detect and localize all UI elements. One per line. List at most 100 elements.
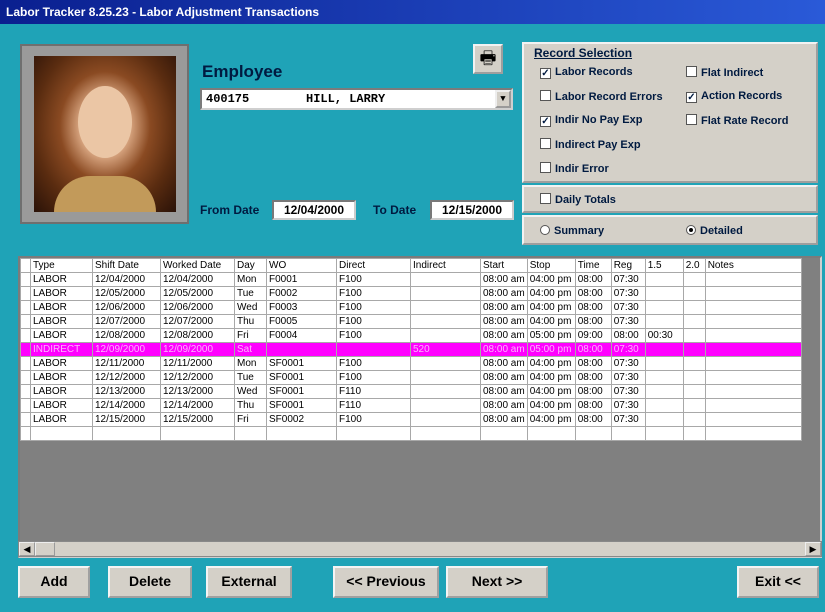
table-cell[interactable]: INDIRECT bbox=[30, 342, 93, 357]
exit-button[interactable]: Exit << bbox=[737, 566, 819, 598]
table-cell[interactable] bbox=[704, 412, 802, 427]
table-row[interactable]: LABOR 12/12/2000 12/12/2000 Tue SF0001 F100 08… bbox=[20, 370, 802, 385]
table-cell[interactable]: 07:30 bbox=[610, 398, 646, 413]
table-cell[interactable]: SF0001 bbox=[266, 398, 337, 413]
table-cell[interactable]: 08:00 bbox=[574, 342, 612, 357]
table-cell[interactable]: 12/14/2000 bbox=[92, 398, 161, 413]
table-cell[interactable]: 520 bbox=[410, 342, 481, 357]
table-cell[interactable] bbox=[336, 342, 411, 357]
table-cell[interactable]: 07:30 bbox=[610, 356, 646, 371]
table-cell[interactable] bbox=[704, 300, 802, 315]
table-cell[interactable]: 07:30 bbox=[610, 286, 646, 301]
table-cell[interactable]: F100 bbox=[336, 314, 411, 329]
table-cell[interactable] bbox=[526, 426, 576, 441]
table-cell[interactable] bbox=[644, 300, 684, 315]
table-cell[interactable]: 08:00 bbox=[574, 314, 612, 329]
table-cell[interactable]: 05:00 pm bbox=[526, 328, 576, 343]
table-cell[interactable]: LABOR bbox=[30, 272, 93, 287]
scroll-right-icon[interactable]: ▶ bbox=[805, 542, 821, 556]
table-cell[interactable]: 12/15/2000 bbox=[160, 412, 235, 427]
table-cell[interactable]: 08:00 bbox=[610, 328, 646, 343]
table-cell[interactable]: 12/06/2000 bbox=[92, 300, 161, 315]
table-cell[interactable] bbox=[266, 342, 337, 357]
column-header[interactable]: Indirect bbox=[410, 258, 481, 273]
table-cell[interactable]: F100 bbox=[336, 328, 411, 343]
table-cell[interactable] bbox=[682, 384, 706, 399]
table-cell[interactable]: 04:00 pm bbox=[526, 356, 576, 371]
table-cell[interactable] bbox=[704, 328, 802, 343]
row-selector[interactable] bbox=[20, 342, 31, 357]
checkbox-action-records[interactable]: ✓ Action Records bbox=[686, 90, 782, 103]
row-selector[interactable] bbox=[20, 370, 31, 385]
table-cell[interactable] bbox=[682, 342, 706, 357]
table-cell[interactable]: 12/09/2000 bbox=[160, 342, 235, 357]
table-cell[interactable] bbox=[704, 384, 802, 399]
row-selector[interactable] bbox=[20, 412, 31, 427]
table-cell[interactable] bbox=[410, 286, 481, 301]
table-cell[interactable]: 04:00 pm bbox=[526, 384, 576, 399]
table-cell[interactable]: 08:00 bbox=[574, 384, 612, 399]
table-cell[interactable]: 08:00 bbox=[574, 272, 612, 287]
table-cell[interactable]: 07:30 bbox=[610, 300, 646, 315]
table-cell[interactable] bbox=[704, 342, 802, 357]
table-cell[interactable] bbox=[682, 398, 706, 413]
table-cell[interactable]: LABOR bbox=[30, 328, 93, 343]
table-cell[interactable] bbox=[644, 272, 684, 287]
table-cell[interactable]: F100 bbox=[336, 412, 411, 427]
to-date-field[interactable]: 12/15/2000 bbox=[430, 200, 514, 220]
table-cell[interactable]: 12/13/2000 bbox=[160, 384, 235, 399]
column-header[interactable]: Time bbox=[574, 258, 612, 273]
table-cell[interactable]: Wed bbox=[234, 300, 267, 315]
checkbox-labor-records[interactable]: ✓ Labor Records bbox=[540, 66, 633, 79]
column-header[interactable]: Notes bbox=[704, 258, 802, 273]
table-cell[interactable] bbox=[682, 370, 706, 385]
table-cell[interactable]: F110 bbox=[336, 398, 411, 413]
table-cell[interactable] bbox=[410, 412, 481, 427]
table-cell[interactable] bbox=[704, 398, 802, 413]
table-cell[interactable]: 04:00 pm bbox=[526, 398, 576, 413]
scroll-thumb[interactable] bbox=[35, 542, 55, 556]
row-selector[interactable] bbox=[20, 300, 31, 315]
table-cell[interactable]: 08:00 am bbox=[480, 286, 528, 301]
table-cell[interactable]: 08:00 am bbox=[480, 356, 528, 371]
column-header[interactable]: Start bbox=[480, 258, 528, 273]
table-cell[interactable]: Tue bbox=[234, 370, 267, 385]
checkbox-labor-record-errors[interactable]: Labor Record Errors bbox=[540, 90, 663, 103]
table-cell[interactable] bbox=[160, 426, 235, 441]
table-cell[interactable] bbox=[30, 426, 93, 441]
table-cell[interactable] bbox=[410, 356, 481, 371]
table-cell[interactable]: 12/09/2000 bbox=[92, 342, 161, 357]
table-cell[interactable]: 12/15/2000 bbox=[92, 412, 161, 427]
table-row[interactable]: LABOR 12/06/2000 12/06/2000 Wed F0003 F100 08:… bbox=[20, 300, 802, 315]
table-cell[interactable] bbox=[410, 328, 481, 343]
column-header[interactable]: 1.5 bbox=[644, 258, 684, 273]
table-cell[interactable]: 07:30 bbox=[610, 370, 646, 385]
table-cell[interactable]: 07:30 bbox=[610, 272, 646, 287]
table-cell[interactable] bbox=[644, 286, 684, 301]
column-header[interactable]: 2.0 bbox=[682, 258, 706, 273]
table-cell[interactable]: 12/08/2000 bbox=[92, 328, 161, 343]
row-selector[interactable] bbox=[20, 356, 31, 371]
table-cell[interactable]: 08:00 am bbox=[480, 370, 528, 385]
row-selector[interactable] bbox=[20, 328, 31, 343]
add-button[interactable]: Add bbox=[18, 566, 90, 598]
table-cell[interactable]: SF0002 bbox=[266, 412, 337, 427]
row-selector[interactable] bbox=[20, 384, 31, 399]
table-cell[interactable]: 08:00 bbox=[574, 356, 612, 371]
table-cell[interactable]: 08:00 am bbox=[480, 342, 528, 357]
row-selector[interactable] bbox=[20, 426, 31, 441]
previous-button[interactable]: << Previous bbox=[333, 566, 439, 598]
next-button[interactable]: Next >> bbox=[446, 566, 548, 598]
table-cell[interactable] bbox=[644, 384, 684, 399]
table-cell[interactable]: 08:00 am bbox=[480, 300, 528, 315]
table-row[interactable]: LABOR 12/08/2000 12/08/2000 Fri F0004 F100 08:… bbox=[20, 328, 802, 343]
table-cell[interactable] bbox=[682, 412, 706, 427]
table-cell[interactable]: Tue bbox=[234, 286, 267, 301]
table-cell[interactable]: F100 bbox=[336, 370, 411, 385]
table-cell[interactable]: 08:00 bbox=[574, 398, 612, 413]
table-cell[interactable] bbox=[704, 286, 802, 301]
table-cell[interactable] bbox=[704, 426, 802, 441]
table-cell[interactable]: 09:00 bbox=[574, 328, 612, 343]
table-cell[interactable]: LABOR bbox=[30, 300, 93, 315]
column-header[interactable]: Reg bbox=[610, 258, 646, 273]
